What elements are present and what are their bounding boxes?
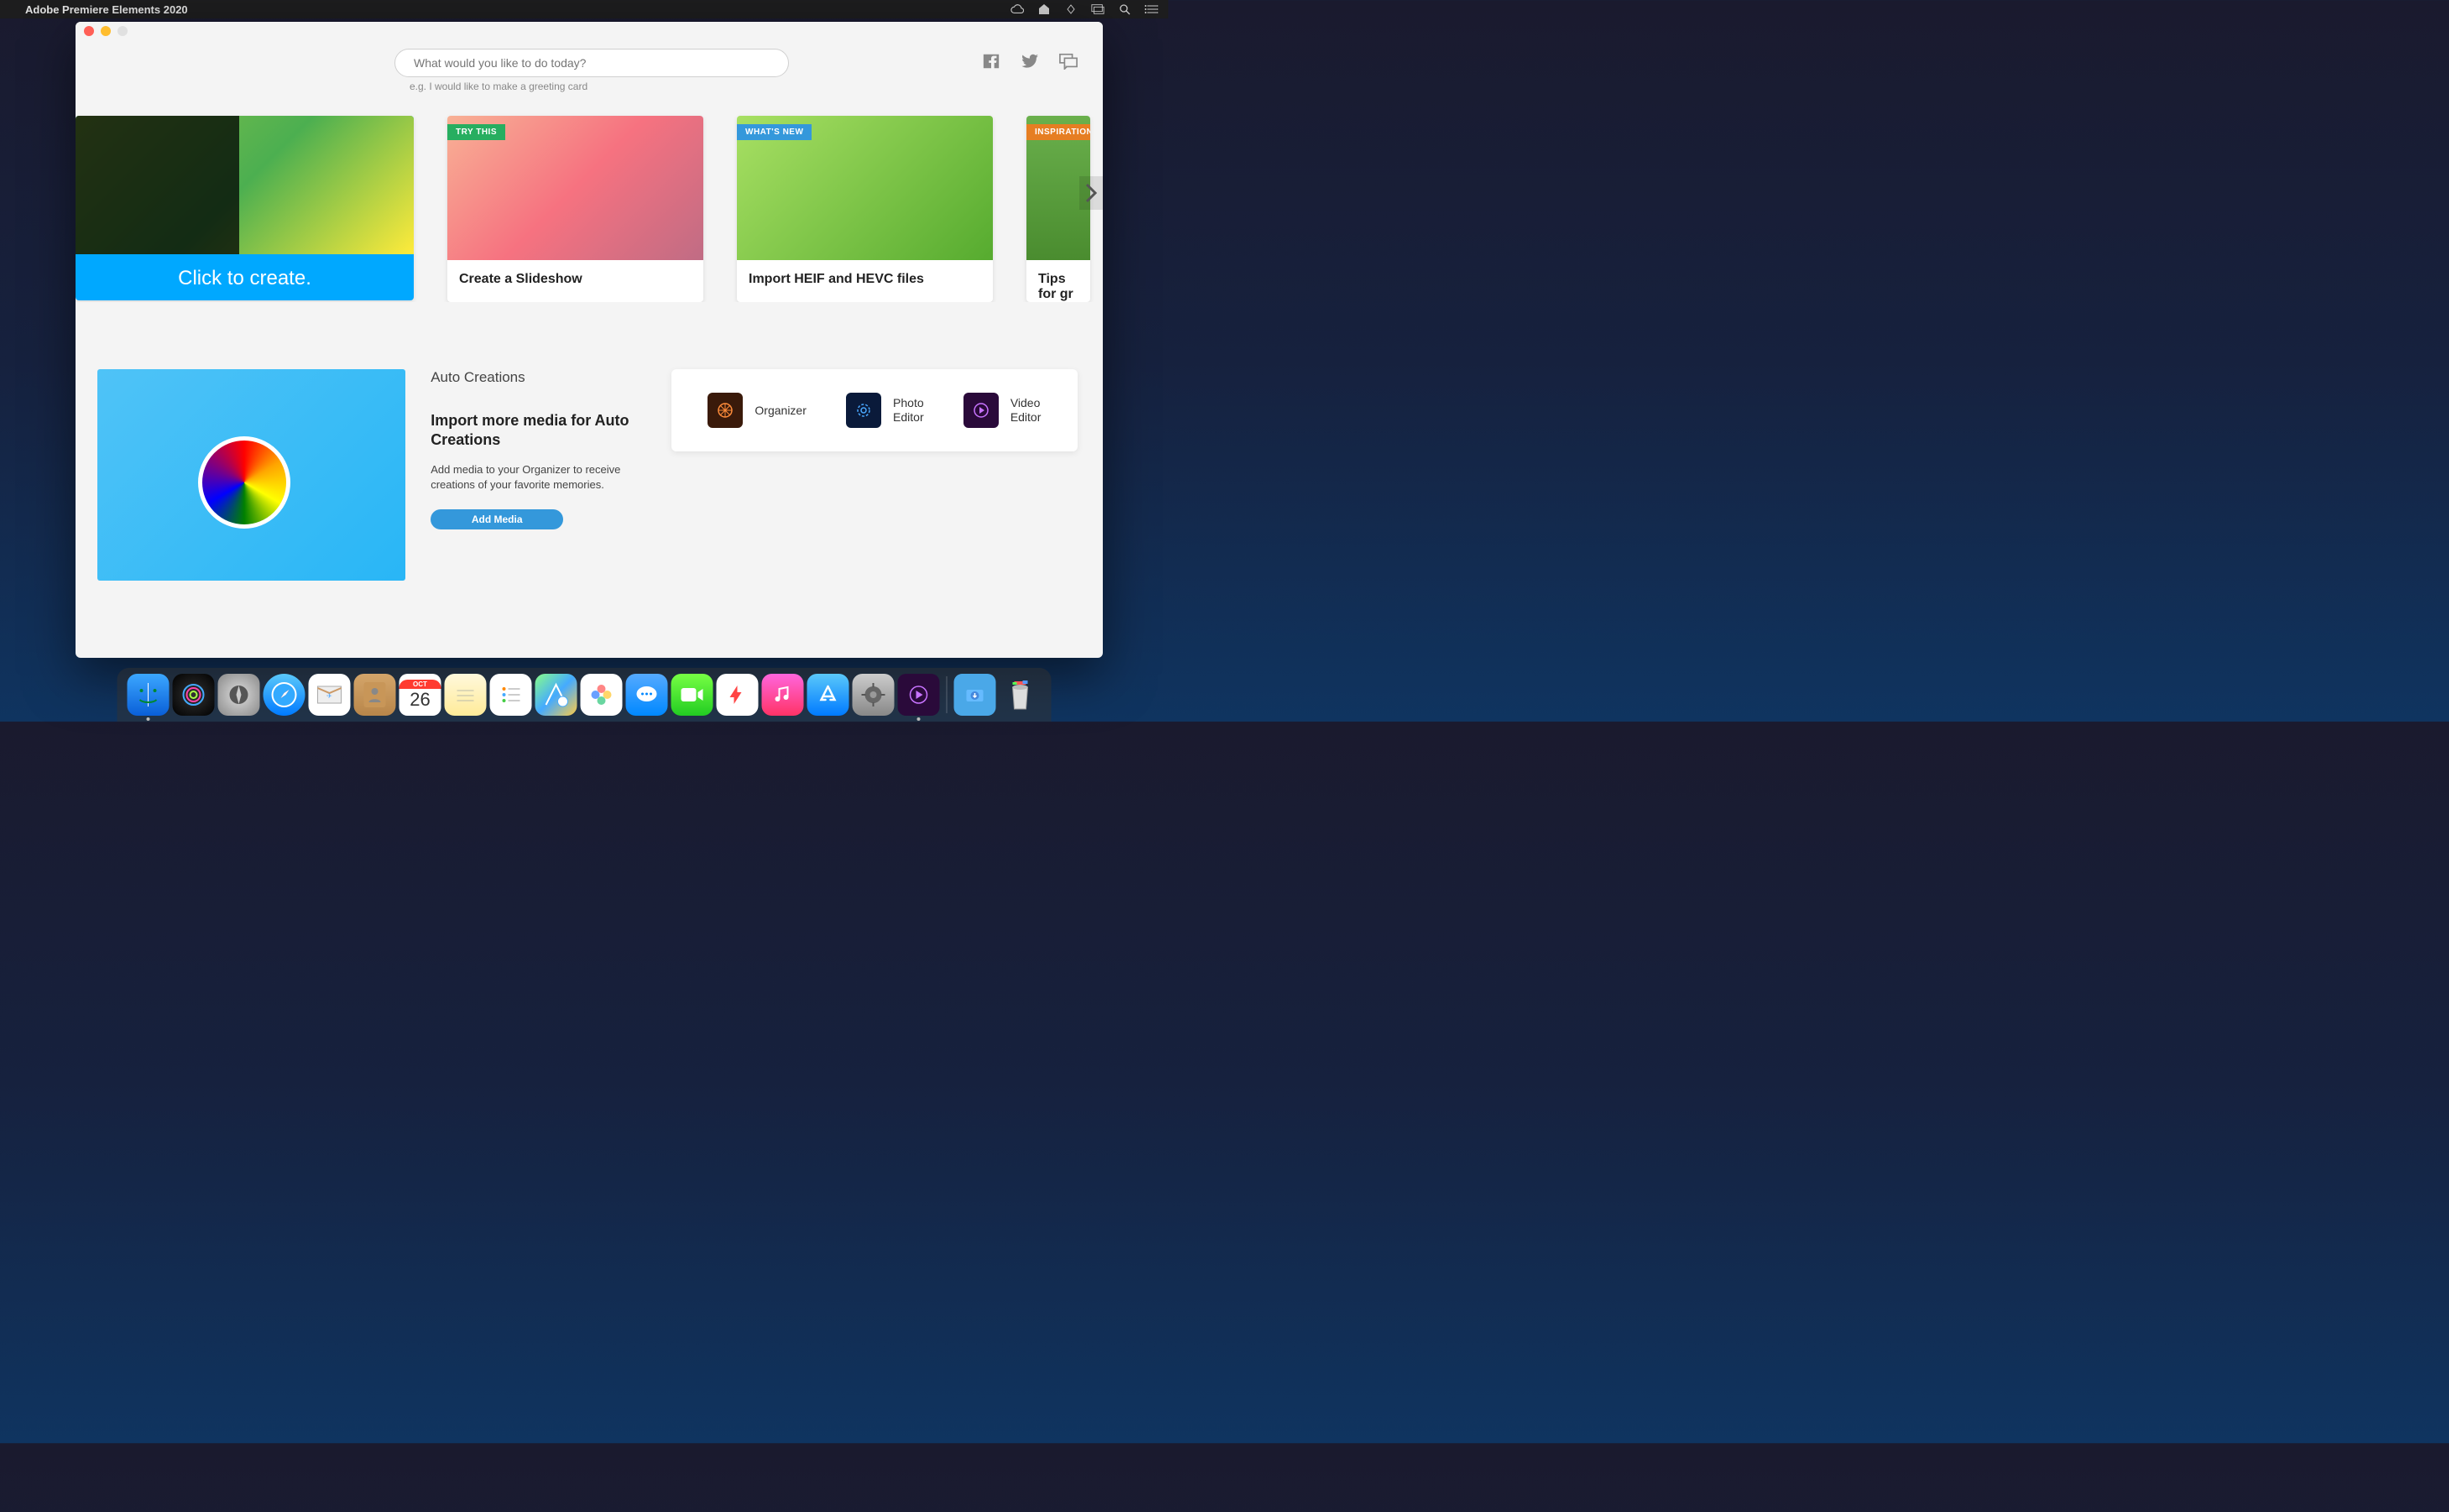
card-title: Import HEIF and HEVC files <box>737 260 993 299</box>
auto-title: Import more media for Auto Creations <box>431 411 646 451</box>
dock-preferences[interactable] <box>853 674 895 716</box>
launcher-photo-editor[interactable]: Photo Editor <box>846 393 924 428</box>
dock-messages[interactable] <box>626 674 668 716</box>
menu-list-icon[interactable] <box>1145 3 1158 16</box>
svg-text:✈: ✈ <box>326 692 332 700</box>
minimize-button[interactable] <box>101 26 111 36</box>
search-input[interactable] <box>394 49 789 77</box>
card-title: Tips for gr <box>1026 260 1090 302</box>
calendar-day: 26 <box>410 689 430 711</box>
notification-icon[interactable] <box>1037 3 1051 16</box>
card-image: TRY THIS <box>447 116 703 260</box>
dock-reminders[interactable] <box>490 674 532 716</box>
spotlight-icon[interactable] <box>1118 3 1131 16</box>
auto-description: Add media to your Organizer to receive c… <box>431 462 646 493</box>
badge-whats-new: WHAT'S NEW <box>737 124 812 140</box>
dock-notes[interactable] <box>445 674 487 716</box>
app-name[interactable]: Adobe Premiere Elements 2020 <box>25 3 188 16</box>
cards-row: Click to create. TRY THIS Create a Slide… <box>76 92 1103 302</box>
dock-news[interactable] <box>717 674 759 716</box>
dock-separator <box>947 676 948 713</box>
twitter-icon[interactable] <box>1021 52 1039 70</box>
dock-music[interactable] <box>762 674 804 716</box>
card-image: WHAT'S NEW <box>737 116 993 260</box>
photo-editor-icon <box>846 393 881 428</box>
dock-calendar[interactable]: OCT 26 <box>399 674 441 716</box>
promo-text: Click to create. <box>76 267 414 290</box>
badge-inspiration: INSPIRATION <box>1026 124 1090 140</box>
promo-card[interactable]: Click to create. <box>76 116 414 300</box>
dock-downloads[interactable] <box>954 674 996 716</box>
display-icon[interactable] <box>1091 3 1104 16</box>
dock-safari[interactable] <box>264 674 305 716</box>
video-editor-icon <box>963 393 999 428</box>
dock-facetime[interactable] <box>671 674 713 716</box>
add-media-button[interactable]: Add Media <box>431 509 563 529</box>
badge-try-this: TRY THIS <box>447 124 505 140</box>
launcher-label: Video Editor <box>1010 396 1042 425</box>
dock-photos[interactable] <box>581 674 623 716</box>
launcher-label: Photo Editor <box>893 396 924 425</box>
dock: ✈ OCT 26 <box>117 668 1052 722</box>
calendar-month: OCT <box>399 680 441 689</box>
feedback-icon[interactable] <box>1059 52 1078 70</box>
app-window: e.g. I would like to make a greeting car… <box>76 22 1103 658</box>
card-heif[interactable]: WHAT'S NEW Import HEIF and HEVC files <box>737 116 993 302</box>
next-arrow[interactable] <box>1079 176 1103 210</box>
facebook-icon[interactable] <box>982 52 1000 70</box>
creative-cloud-icon[interactable] <box>1010 3 1024 16</box>
launcher-video-editor[interactable]: Video Editor <box>963 393 1042 428</box>
promo-image <box>76 116 414 254</box>
dock-finder[interactable] <box>128 674 170 716</box>
organizer-icon <box>708 393 743 428</box>
dock-premiere-elements[interactable] <box>898 674 940 716</box>
dock-appstore[interactable] <box>807 674 849 716</box>
dock-contacts[interactable] <box>354 674 396 716</box>
search-hint: e.g. I would like to make a greeting car… <box>410 81 789 92</box>
dock-mail[interactable]: ✈ <box>309 674 351 716</box>
titlebar <box>76 22 1103 40</box>
dock-siri[interactable] <box>173 674 215 716</box>
sync-icon[interactable] <box>1064 3 1078 16</box>
auto-creations-image <box>97 369 405 581</box>
launcher-organizer[interactable]: Organizer <box>708 393 806 428</box>
close-button[interactable] <box>84 26 94 36</box>
launcher-label: Organizer <box>755 404 806 418</box>
launchers-panel: Organizer Photo Editor Video Editor <box>671 369 1078 451</box>
card-title: Create a Slideshow <box>447 260 703 299</box>
menubar: Adobe Premiere Elements 2020 <box>0 0 1168 18</box>
zoom-button[interactable] <box>117 26 128 36</box>
dock-trash[interactable] <box>1000 674 1042 716</box>
dock-launchpad[interactable] <box>218 674 260 716</box>
dock-maps[interactable] <box>535 674 577 716</box>
auto-heading: Auto Creations <box>431 369 646 386</box>
card-slideshow[interactable]: TRY THIS Create a Slideshow <box>447 116 703 302</box>
